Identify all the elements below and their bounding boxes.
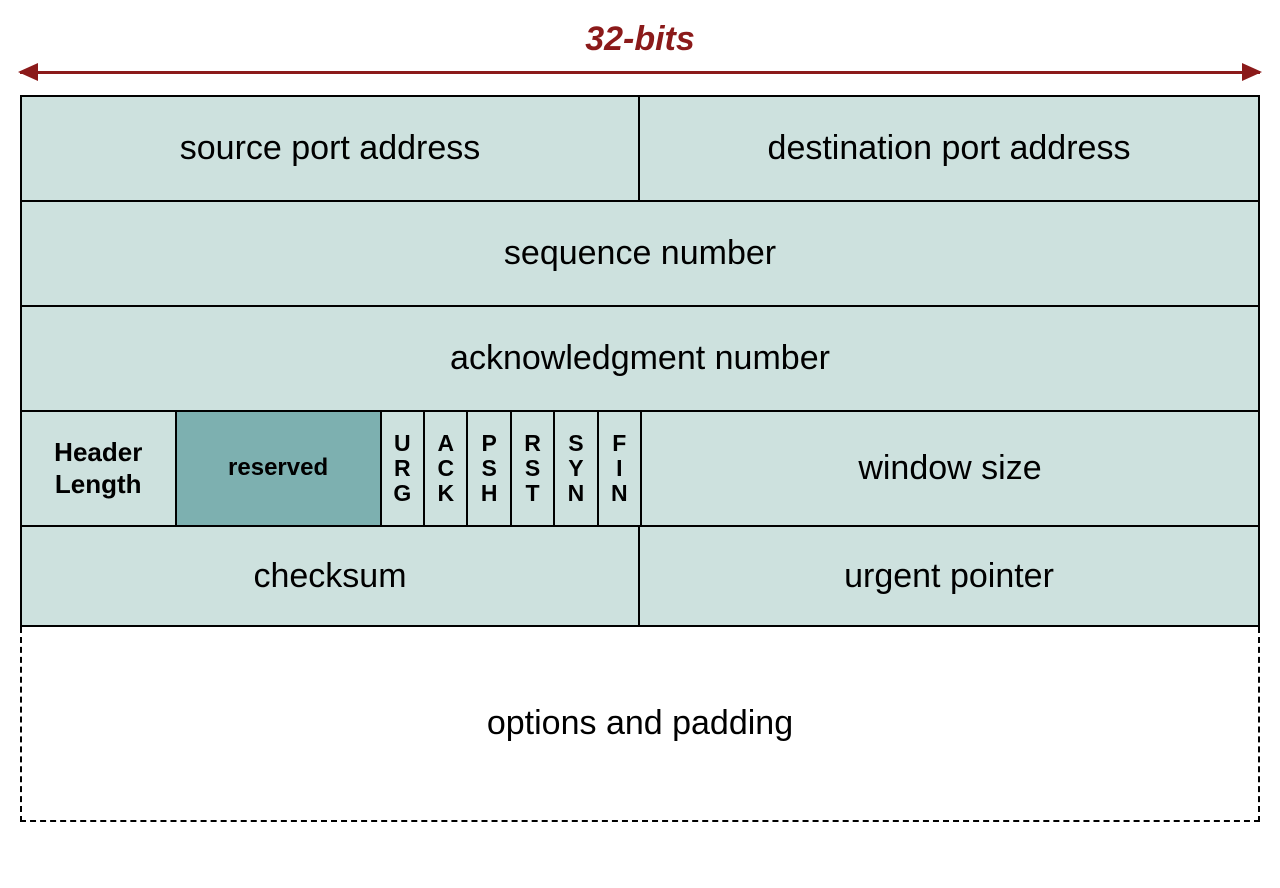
row-2: sequence number (22, 202, 1258, 307)
field-reserved: reserved (177, 412, 382, 525)
row-1: source port address destination port add… (22, 97, 1258, 202)
arrow-left-icon (18, 63, 38, 81)
field-header-length: Header Length (22, 412, 177, 525)
tcp-header-diagram: 32-bits source port address destination … (20, 20, 1260, 822)
width-arrow (20, 63, 1260, 81)
flag-urg: URG (382, 412, 425, 525)
flag-fin: FIN (599, 412, 640, 525)
field-checksum: checksum (22, 527, 640, 625)
row-4: Header Length reserved URG ACK PSH RST S… (22, 412, 1258, 527)
header-fields-table: source port address destination port add… (20, 95, 1260, 627)
row-5: checksum urgent pointer (22, 527, 1258, 627)
field-urgent-pointer: urgent pointer (640, 527, 1258, 625)
flag-psh: PSH (468, 412, 511, 525)
field-source-port: source port address (22, 97, 640, 200)
flag-rst: RST (512, 412, 555, 525)
flag-syn: SYN (555, 412, 598, 525)
field-window-size: window size (640, 412, 1258, 525)
arrow-right-icon (1242, 63, 1262, 81)
bits-width-label: 32-bits (20, 20, 1260, 59)
field-sequence-number: sequence number (22, 202, 1258, 305)
field-dest-port: destination port address (640, 97, 1258, 200)
field-ack-number: acknowledgment number (22, 307, 1258, 410)
arrow-line (20, 71, 1260, 74)
row-3: acknowledgment number (22, 307, 1258, 412)
flag-ack: ACK (425, 412, 468, 525)
flags-group: URG ACK PSH RST SYN FIN (382, 412, 640, 525)
field-options-padding: options and padding (20, 627, 1260, 822)
